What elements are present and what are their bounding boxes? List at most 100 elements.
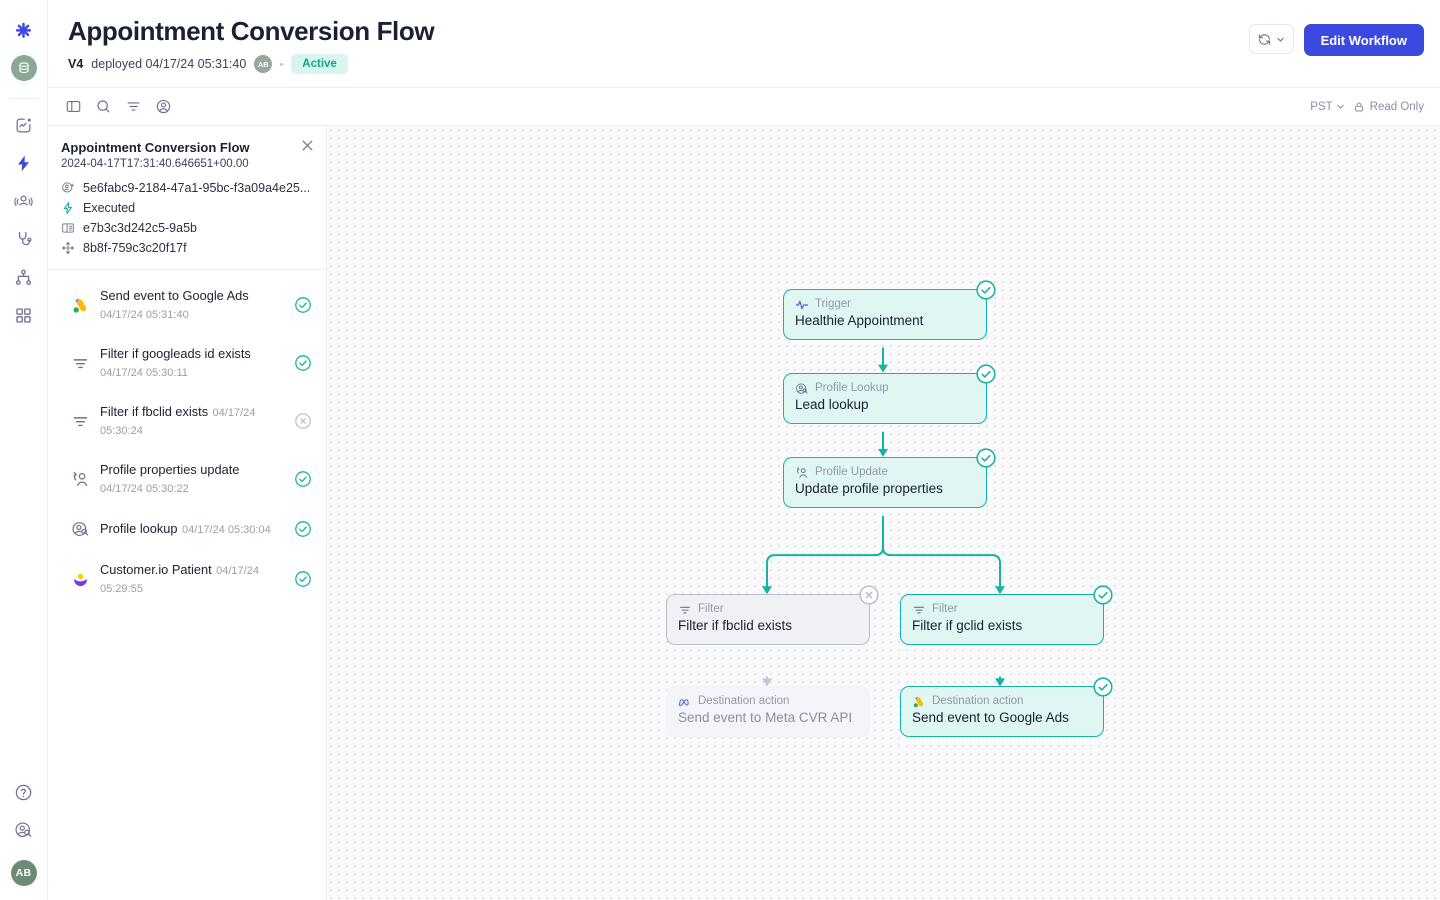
avatar[interactable]: AB bbox=[10, 860, 37, 886]
list-item-timestamp: 04/17/24 05:31:40 bbox=[100, 309, 189, 321]
pulse-icon bbox=[795, 298, 809, 312]
status-badge bbox=[294, 520, 312, 538]
run-meta-row: Executed bbox=[61, 201, 312, 215]
customerio-icon bbox=[70, 569, 90, 589]
node-label: Filter if fbclid exists bbox=[678, 618, 793, 633]
header-actions: Edit Workflow bbox=[1248, 16, 1424, 87]
profile-lookup-icon bbox=[70, 519, 90, 539]
node-kind-row: Profile Lookup bbox=[795, 382, 975, 396]
list-item-timestamp: 04/17/24 05:30:11 bbox=[100, 367, 188, 379]
node-label: Lead lookup bbox=[795, 397, 869, 412]
run-step-list: Send event to Google Ads 04/17/24 05:31:… bbox=[48, 270, 326, 608]
edit-workflow-button[interactable]: Edit Workflow bbox=[1303, 24, 1424, 56]
panel-toggle-icon[interactable] bbox=[60, 94, 86, 120]
left-icon-rail: AB bbox=[0, 0, 48, 900]
list-item[interactable]: Customer.io Patient 04/17/24 05:29:55 bbox=[48, 550, 326, 608]
toolbar-left-group bbox=[60, 94, 176, 120]
run-meta-list: 5e6fabc9-2184-47a1-95bc-f3a09a4e25... Ex… bbox=[61, 181, 312, 255]
flow-node-update[interactable]: Profile Update Update profile properties bbox=[783, 448, 996, 508]
google-ads-icon bbox=[912, 695, 926, 709]
filter-icon bbox=[70, 353, 90, 373]
node-label: Update profile properties bbox=[795, 481, 943, 496]
list-item-label: Filter if fbclid exists bbox=[100, 404, 209, 419]
workflow-nodes-icon[interactable] bbox=[8, 261, 40, 293]
node-kind-row: Filter bbox=[678, 603, 858, 617]
node-kind-label: Profile Lookup bbox=[815, 382, 889, 395]
grid-apps-icon[interactable] bbox=[8, 299, 40, 331]
status-badge bbox=[1092, 584, 1114, 606]
filter-icon bbox=[912, 603, 926, 617]
page-title: Appointment Conversion Flow bbox=[68, 16, 435, 46]
audience-people-icon[interactable] bbox=[8, 185, 40, 217]
timezone-label: PST bbox=[1310, 100, 1333, 113]
id-card-icon bbox=[61, 221, 75, 235]
node-label: Healthie Appointment bbox=[795, 313, 924, 328]
data-warehouse-icon[interactable] bbox=[8, 52, 40, 84]
header-subline: V4 deployed 04/17/24 05:31:40 AB Active bbox=[68, 54, 434, 75]
flow-node-meta_dest[interactable]: Destination action Send event to Meta CV… bbox=[666, 686, 870, 737]
run-meta-row: 5e6fabc9-2184-47a1-95bc-f3a09a4e25... bbox=[61, 181, 312, 195]
node-kind-label: Profile Update bbox=[815, 466, 888, 479]
profile-update-icon bbox=[70, 469, 90, 489]
deployer-avatar: AB bbox=[254, 55, 273, 74]
wire-update-left bbox=[766, 516, 884, 592]
list-item-timestamp: 04/17/24 05:30:22 bbox=[100, 483, 189, 495]
google-ads-icon bbox=[70, 295, 90, 315]
refresh-button[interactable] bbox=[1248, 24, 1294, 54]
run-timestamp: 2024-04-17T17:31:40.646651+00.00 bbox=[61, 158, 249, 170]
filter-icon bbox=[678, 603, 692, 617]
toolbar-right-group: PST Read Only bbox=[1310, 101, 1424, 113]
node-kind-label: Destination action bbox=[698, 695, 790, 708]
workflow-canvas[interactable]: Trigger Healthie Appointment Profile Loo… bbox=[327, 126, 1440, 900]
list-item-text: Send event to Google Ads 04/17/24 05:31:… bbox=[100, 287, 284, 323]
node-kind-label: Filter bbox=[932, 603, 958, 616]
run-meta-value: 5e6fabc9-2184-47a1-95bc-f3a09a4e25... bbox=[83, 181, 311, 195]
stethoscope-icon[interactable] bbox=[8, 223, 40, 255]
list-item[interactable]: Filter if googleads id exists 04/17/24 0… bbox=[48, 334, 326, 392]
list-item[interactable]: Filter if fbclid exists 04/17/24 05:30:2… bbox=[48, 392, 326, 450]
flow-node-gads_dest[interactable]: Destination action Send event to Google … bbox=[900, 677, 1113, 737]
run-header: Appointment Conversion Flow 2024-04-17T1… bbox=[48, 126, 326, 270]
run-title: Appointment Conversion Flow bbox=[61, 140, 250, 155]
search-icon[interactable] bbox=[90, 94, 116, 120]
node-label: Filter if gclid exists bbox=[912, 618, 1023, 633]
close-icon[interactable] bbox=[301, 139, 314, 157]
journeys-lightning-icon[interactable] bbox=[8, 147, 40, 179]
list-item-label: Send event to Google Ads bbox=[100, 288, 249, 303]
list-item[interactable]: Send event to Google Ads 04/17/24 05:31:… bbox=[48, 276, 326, 334]
filter-icon bbox=[70, 411, 90, 431]
chevron-down-icon bbox=[1276, 37, 1284, 42]
status-badge: Active bbox=[291, 54, 348, 75]
list-item-text: Profile lookup 04/17/24 05:30:04 bbox=[100, 520, 284, 538]
db-badge bbox=[10, 55, 37, 81]
help-circle-icon[interactable] bbox=[8, 776, 40, 808]
version-label: V4 bbox=[68, 57, 84, 72]
run-meta-row: e7b3c3d242c5-9a5b bbox=[61, 221, 312, 235]
flow-connectors bbox=[762, 347, 1005, 687]
body-area: Appointment Conversion Flow 2024-04-17T1… bbox=[48, 126, 1440, 900]
logo-asterisk-icon[interactable] bbox=[8, 14, 40, 46]
status-badge bbox=[294, 470, 312, 488]
flow-node-filter_fb[interactable]: Filter Filter if fbclid exists bbox=[666, 585, 879, 645]
node-kind-label: Trigger bbox=[815, 298, 851, 311]
node-kind-row: Destination action bbox=[912, 695, 1092, 709]
list-item-label: Profile properties update bbox=[100, 462, 240, 477]
lock-icon bbox=[1354, 102, 1363, 111]
list-item-text: Filter if googleads id exists 04/17/24 0… bbox=[100, 345, 284, 381]
timezone-selector[interactable]: PST bbox=[1310, 101, 1344, 113]
list-item-label: Customer.io Patient bbox=[100, 562, 212, 577]
list-item[interactable]: Profile lookup 04/17/24 05:30:04 bbox=[48, 508, 326, 550]
list-item[interactable]: Profile properties update 04/17/24 05:30… bbox=[48, 450, 326, 508]
filter-icon[interactable] bbox=[120, 94, 146, 120]
flow-node-lookup[interactable]: Profile Lookup Lead lookup bbox=[783, 364, 996, 424]
profile-icon[interactable] bbox=[150, 94, 176, 120]
profile-search-icon[interactable] bbox=[8, 814, 40, 846]
page-header: Appointment Conversion Flow V4 deployed … bbox=[48, 0, 1440, 88]
status-badge bbox=[294, 570, 312, 588]
flow-node-filter_g[interactable]: Filter Filter if gclid exists bbox=[900, 585, 1113, 645]
analytics-icon[interactable] bbox=[8, 109, 40, 141]
flow-node-trigger[interactable]: Trigger Healthie Appointment bbox=[783, 280, 996, 340]
node-label: Send event to Google Ads bbox=[912, 710, 1069, 725]
list-item-label: Profile lookup bbox=[100, 521, 178, 536]
status-badge bbox=[858, 584, 880, 606]
